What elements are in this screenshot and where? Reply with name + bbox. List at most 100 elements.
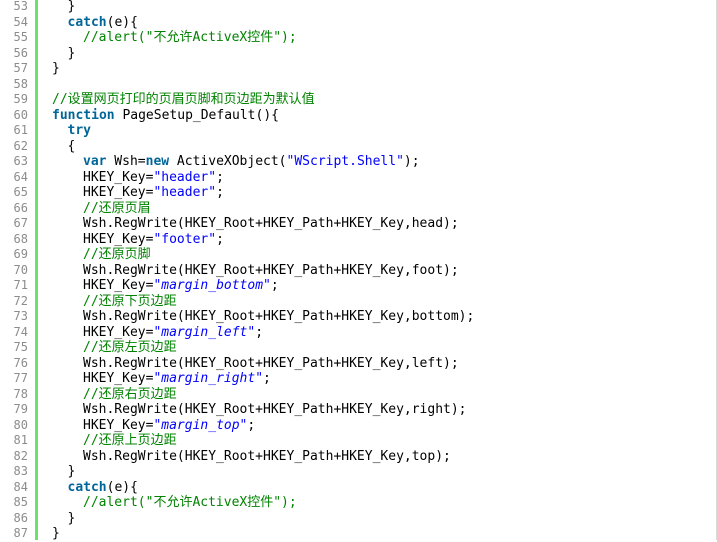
string-token: "footer" — [153, 231, 217, 247]
code-line[interactable]: 76 Wsh.RegWrite(HKEY_Root+HKEY_Path+HKEY_… — [0, 356, 716, 372]
code-token: ; — [247, 417, 256, 433]
code-line[interactable]: 56} — [0, 46, 716, 62]
code-token: ; — [216, 231, 224, 247]
code-token: ; — [216, 169, 224, 185]
code-line[interactable]: 81 //还原上页边距 — [0, 433, 716, 449]
code-text: //alert("不允许ActiveX控件"); — [83, 495, 297, 511]
code-lines[interactable]: 53} 54 catch(e){55//alert("不允许ActiveX控件");… — [0, 0, 716, 542]
line-number: 83 — [13, 464, 28, 478]
line-number: 74 — [13, 324, 28, 339]
code-line[interactable]: 71 HKEY_Key="margin_bottom"; — [0, 278, 716, 294]
code-line[interactable]: 68 HKEY_Key="footer"; — [0, 232, 716, 248]
code-text: HKEY_Key="footer"; — [83, 232, 224, 248]
code-line[interactable]: 61 try — [0, 123, 716, 139]
code-line[interactable]: 54 catch(e){ — [0, 15, 716, 31]
code-token: HKEY_Key= — [83, 231, 154, 247]
string-token: "WScript.Shell" — [286, 154, 404, 169]
line-number: 61 — [13, 123, 28, 137]
line-number: 58 — [13, 76, 28, 91]
code-token: Wsh.RegWrite(HKEY_Root+HKEY_Path+HKEY_Ke… — [83, 355, 459, 371]
line-number: 54 — [13, 14, 28, 29]
code-text: //设置网页打印的页眉页脚和页边距为默认值 — [52, 92, 315, 108]
string-token: "margin_bottom" — [153, 278, 271, 293]
line-number: 53 — [13, 0, 28, 13]
line-number: 71 — [13, 278, 28, 292]
code-text: HKEY_Key="margin_top"; — [83, 418, 255, 434]
code-token: HKEY_Key= — [83, 324, 154, 340]
code-text: HKEY_Key="header"; — [83, 170, 224, 186]
code-line[interactable]: 74 HKEY_Key="margin_left"; — [0, 325, 716, 341]
code-line[interactable]: 63 var Wsh=new ActiveXObject("WScript.She… — [0, 154, 716, 170]
code-line[interactable]: 87} — [0, 526, 716, 542]
code-line[interactable]: 80 HKEY_Key="margin_top"; — [0, 418, 716, 434]
code-line[interactable]: 65 HKEY_Key="header"; — [0, 185, 716, 201]
line-number: 65 — [13, 185, 28, 199]
keyword-token: function — [52, 107, 115, 123]
line-number: 80 — [13, 417, 28, 432]
code-line[interactable]: 66 //还原页眉 — [0, 201, 716, 217]
code-line[interactable]: 53} — [0, 0, 716, 15]
code-token: (e){ — [106, 14, 138, 30]
code-token: Wsh.RegWrite(HKEY_Root+HKEY_Path+HKEY_Ke… — [83, 402, 467, 417]
comment-token: //设置网页打印的页眉页脚和页边距为默认值 — [52, 92, 315, 107]
keyword-token: try — [67, 123, 91, 138]
code-token: HKEY_Key= — [83, 278, 154, 293]
keyword-token: catch — [67, 14, 107, 30]
code-line[interactable]: 59 //设置网页打印的页眉页脚和页边距为默认值 — [0, 92, 716, 108]
code-token: } — [52, 61, 60, 76]
code-line[interactable]: 78 //还原右页边距 — [0, 387, 716, 403]
code-line[interactable]: 84 catch(e){ — [0, 480, 716, 496]
code-line[interactable]: 57} — [0, 61, 716, 77]
code-text: } — [52, 526, 60, 542]
keyword-token: var — [83, 154, 107, 169]
code-line[interactable]: 75 //还原左页边距 — [0, 340, 716, 356]
line-number: 85 — [13, 495, 28, 509]
line-number: 68 — [13, 231, 28, 246]
code-line[interactable]: 64 HKEY_Key="header"; — [0, 170, 716, 186]
code-line[interactable]: 83} — [0, 464, 716, 480]
line-number: 72 — [13, 293, 28, 308]
code-text: Wsh.RegWrite(HKEY_Root+HKEY_Path+HKEY_Ke… — [83, 263, 459, 279]
line-number: 86 — [13, 510, 28, 525]
line-number: 77 — [13, 371, 28, 385]
code-line[interactable]: 73 Wsh.RegWrite(HKEY_Root+HKEY_Path+HKEY_… — [0, 309, 716, 325]
line-number: 62 — [13, 138, 28, 153]
keyword-token: catch — [67, 479, 107, 495]
code-token: HKEY_Key= — [83, 371, 154, 386]
code-text: HKEY_Key="header"; — [83, 185, 224, 201]
code-text: //还原页脚 — [83, 247, 151, 263]
code-line[interactable]: 79 Wsh.RegWrite(HKEY_Root+HKEY_Path+HKEY_… — [0, 402, 716, 418]
code-line[interactable]: 67 Wsh.RegWrite(HKEY_Root+HKEY_Path+HKEY_… — [0, 216, 716, 232]
code-line[interactable]: 55 //alert("不允许ActiveX控件"); — [0, 30, 716, 46]
comment-token: //还原页眉 — [83, 200, 151, 216]
code-text: } — [68, 464, 76, 480]
code-line[interactable]: 77 HKEY_Key="margin_right"; — [0, 371, 716, 387]
line-number: 78 — [13, 386, 28, 401]
code-line[interactable]: 62 { — [0, 139, 716, 155]
code-line[interactable]: 72 //还原下页边距 — [0, 294, 716, 310]
code-line[interactable]: 58 — [0, 77, 716, 93]
code-text: HKEY_Key="margin_right"; — [83, 371, 271, 387]
line-number: 79 — [13, 402, 28, 416]
code-text: } — [68, 511, 76, 527]
comment-token: //还原左页边距 — [83, 340, 177, 355]
line-number: 59 — [13, 92, 28, 106]
code-line[interactable]: 82 Wsh.RegWrite(HKEY_Root+HKEY_Path+HKEY_… — [0, 449, 716, 465]
code-text: Wsh.RegWrite(HKEY_Root+HKEY_Path+HKEY_Ke… — [83, 402, 467, 418]
code-text: catch(e){ — [68, 480, 138, 496]
code-text: //还原左页边距 — [83, 340, 177, 356]
string-token: "margin_top" — [153, 417, 248, 433]
line-number: 82 — [13, 448, 28, 463]
code-token: } — [67, 464, 76, 479]
code-token: ActiveXObject( — [169, 154, 287, 169]
code-line[interactable]: 69 //还原页脚 — [0, 247, 716, 263]
code-line[interactable]: 70 Wsh.RegWrite(HKEY_Root+HKEY_Path+HKEY_… — [0, 263, 716, 279]
string-token: "margin_left" — [153, 324, 256, 340]
code-line[interactable]: 60 function PageSetup_Default(){ — [0, 108, 716, 124]
code-line[interactable]: 85 //alert("不允许ActiveX控件"); — [0, 495, 716, 511]
code-text: //还原上页边距 — [83, 433, 177, 449]
line-number: 73 — [13, 309, 28, 323]
code-line[interactable]: 86} — [0, 511, 716, 527]
comment-token: //alert("不允许ActiveX控件"); — [83, 495, 297, 510]
code-token: HKEY_Key= — [83, 185, 154, 200]
